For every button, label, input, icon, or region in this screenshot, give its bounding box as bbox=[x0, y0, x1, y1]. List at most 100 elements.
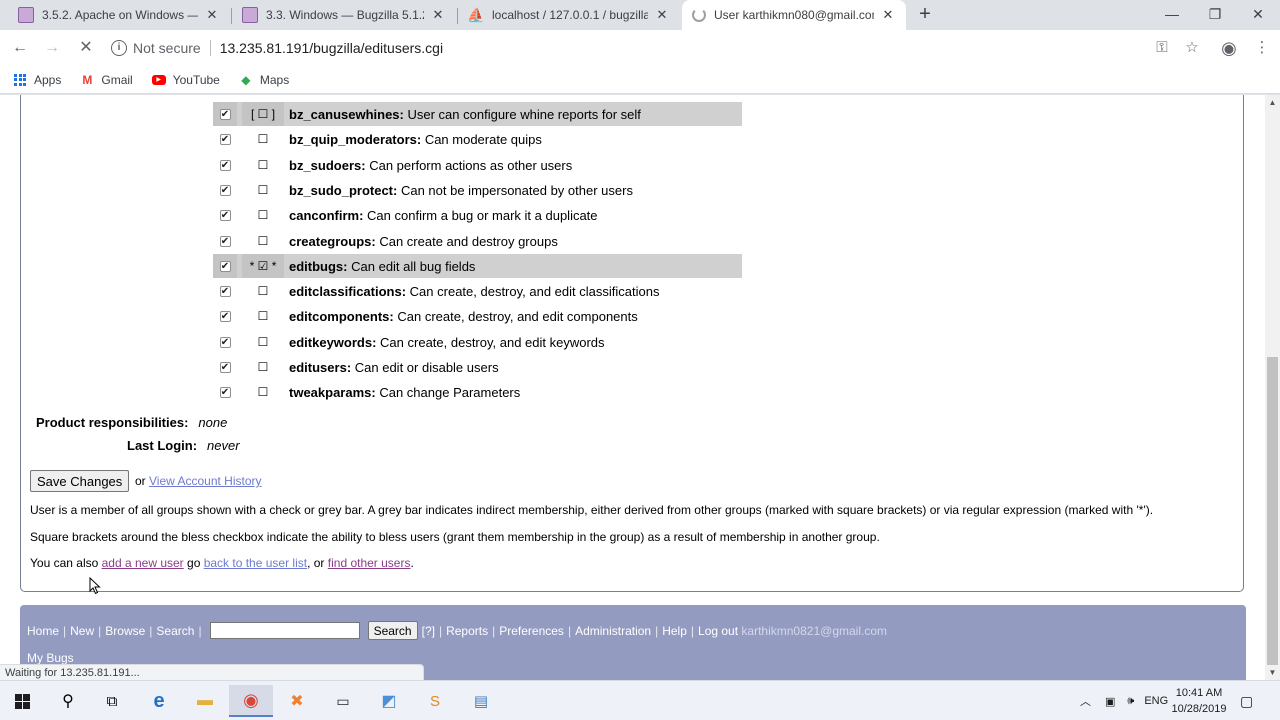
language-indicator[interactable]: ENG bbox=[1144, 695, 1168, 707]
group-description: User can configure whine reports for sel… bbox=[407, 106, 641, 122]
member-checkbox[interactable]: ✔ bbox=[219, 361, 231, 373]
network-icon[interactable]: ▣ bbox=[1105, 695, 1115, 708]
member-checkbox[interactable]: ✔ bbox=[219, 108, 231, 120]
footer-link-administration[interactable]: Administration bbox=[575, 624, 651, 638]
bless-checkbox-cell[interactable]: ☐ bbox=[242, 153, 284, 177]
member-checkbox[interactable]: ✔ bbox=[219, 184, 231, 196]
close-icon[interactable]: ✕ bbox=[204, 7, 220, 23]
scroll-down-arrow-icon[interactable]: ▼ bbox=[1265, 665, 1280, 680]
scroll-up-arrow-icon[interactable]: ▲ bbox=[1265, 95, 1280, 110]
view-account-history-link[interactable]: View Account History bbox=[149, 474, 262, 488]
close-icon[interactable]: ✕ bbox=[654, 7, 670, 23]
restore-button[interactable]: ❐ bbox=[1193, 0, 1237, 30]
star-icon[interactable]: ☆ bbox=[1182, 38, 1202, 58]
footer-link-help[interactable]: Help bbox=[662, 624, 687, 638]
bless-checkbox-cell[interactable]: ☐ bbox=[242, 330, 284, 354]
member-checkbox-cell: ✔ bbox=[213, 203, 237, 227]
member-checkbox[interactable]: ✔ bbox=[219, 209, 231, 221]
tab-windows-bugzilla[interactable]: 3.3. Windows — Bugzilla 5.1.2+ d ✕ bbox=[232, 0, 456, 30]
scroll-thumb[interactable] bbox=[1267, 357, 1278, 665]
group-row-creategroups: ✔ ☐ creategroups: Can create and destroy g… bbox=[213, 229, 742, 253]
file-explorer-icon[interactable]: ▬ bbox=[183, 685, 227, 717]
address-bar[interactable]: i Not secure 13.235.81.191/bugzilla/edit… bbox=[106, 34, 1206, 62]
bookmark-youtube[interactable]: ▶ YouTube bbox=[151, 73, 220, 87]
notifications-icon[interactable]: ▢ bbox=[1240, 681, 1253, 720]
group-name: tweakparams bbox=[289, 384, 372, 400]
history-line: or View Account History bbox=[135, 474, 262, 488]
profile-icon[interactable]: ◉ bbox=[1219, 38, 1239, 58]
bless-checkbox-cell[interactable]: ☐ bbox=[242, 229, 284, 253]
edge-icon[interactable]: e bbox=[137, 685, 181, 717]
save-changes-button[interactable]: Save Changes bbox=[30, 470, 130, 492]
quicksearch-input[interactable] bbox=[209, 622, 360, 639]
footer-link-browse[interactable]: Browse bbox=[105, 624, 145, 638]
divider: | bbox=[655, 623, 659, 638]
close-icon[interactable]: ✕ bbox=[430, 7, 446, 23]
key-icon[interactable]: ⚿ bbox=[1152, 38, 1172, 58]
group-label: editcomponents: Can create, destroy, and… bbox=[289, 309, 638, 324]
group-description: Can create, destroy, and edit classifica… bbox=[409, 283, 660, 299]
chrome-icon[interactable]: ◉ bbox=[229, 685, 273, 717]
menu-icon[interactable]: ⋮ bbox=[1252, 38, 1272, 58]
tab-title: User karthikmn080@gmail.com u bbox=[714, 8, 874, 22]
footer-link-home[interactable]: Home bbox=[27, 624, 59, 638]
task-view-icon[interactable]: ⧉ bbox=[90, 685, 134, 717]
member-checkbox[interactable]: ✔ bbox=[219, 260, 231, 272]
clock-date: 10/28/2019 bbox=[1171, 703, 1227, 715]
footer-link-search[interactable]: Search bbox=[156, 624, 194, 638]
bookmark-gmail[interactable]: M Gmail bbox=[79, 73, 132, 87]
new-tab-button[interactable]: + bbox=[915, 4, 935, 26]
footer-link-preferences[interactable]: Preferences bbox=[499, 624, 564, 638]
member-checkbox[interactable]: ✔ bbox=[219, 285, 231, 297]
bless-checkbox-cell[interactable]: ☐ bbox=[242, 355, 284, 379]
member-checkbox[interactable]: ✔ bbox=[219, 235, 231, 247]
app-icon[interactable]: ▤ bbox=[459, 685, 503, 717]
clock[interactable]: 10:41 AM 10/28/2019 bbox=[1170, 685, 1228, 717]
member-checkbox[interactable]: ✔ bbox=[219, 159, 231, 171]
search-icon[interactable]: ⚲ bbox=[46, 685, 90, 717]
url-text[interactable]: 13.235.81.191/bugzilla/editusers.cgi bbox=[220, 40, 443, 56]
my-bugs-link[interactable]: My Bugs bbox=[27, 651, 74, 665]
bless-checkbox-cell[interactable]: * ☑ * bbox=[242, 254, 284, 278]
quicksearch-button[interactable]: Search bbox=[367, 621, 418, 640]
back-to-user-list-link[interactable]: back to the user list bbox=[204, 556, 307, 570]
start-button[interactable] bbox=[0, 685, 44, 717]
bless-checkbox-cell[interactable]: ☐ bbox=[242, 203, 284, 227]
bless-checkbox-cell[interactable]: ☐ bbox=[242, 380, 284, 404]
close-icon[interactable]: ✕ bbox=[880, 7, 896, 23]
chevron-up-icon[interactable]: ︿ bbox=[1080, 693, 1091, 709]
add-new-user-link[interactable]: add a new user bbox=[102, 556, 184, 570]
info-icon[interactable]: i bbox=[111, 40, 127, 56]
bless-checkbox-cell[interactable]: ☐ bbox=[242, 127, 284, 151]
minimize-button[interactable]: — bbox=[1150, 0, 1194, 30]
bookmark-apps[interactable]: Apps bbox=[12, 73, 61, 87]
page-scrollbar[interactable]: ▲ ▼ bbox=[1265, 95, 1280, 680]
member-checkbox[interactable]: ✔ bbox=[219, 386, 231, 398]
terminal-icon[interactable]: ▭ bbox=[321, 685, 365, 717]
quicksearch-help-link[interactable]: [?] bbox=[422, 624, 435, 638]
footer-link-reports[interactable]: Reports bbox=[446, 624, 488, 638]
back-button[interactable]: ← bbox=[8, 36, 32, 60]
member-checkbox[interactable]: ✔ bbox=[219, 336, 231, 348]
bookmark-maps[interactable]: ◆ Maps bbox=[238, 73, 289, 87]
bless-checkbox-cell[interactable]: ☐ bbox=[242, 178, 284, 202]
member-checkbox[interactable]: ✔ bbox=[219, 133, 231, 145]
bless-checkbox-cell[interactable]: ☐ bbox=[242, 279, 284, 303]
xampp-icon[interactable]: ✖ bbox=[275, 685, 319, 717]
stop-button[interactable]: ✕ bbox=[74, 36, 98, 60]
separator: : bbox=[399, 106, 408, 122]
logout-link[interactable]: Log out bbox=[698, 624, 738, 638]
bless-checkbox-cell[interactable]: [ ☐ ] bbox=[242, 102, 284, 126]
close-window-button[interactable]: ✕ bbox=[1236, 0, 1280, 30]
sublime-icon[interactable]: S bbox=[413, 685, 457, 717]
tab-edit-user[interactable]: User karthikmn080@gmail.com u ✕ bbox=[682, 0, 906, 30]
footer-link-new[interactable]: New bbox=[70, 624, 94, 638]
tab-phpmyadmin[interactable]: ⛵ localhost / 127.0.0.1 / bugzilla | p ✕ bbox=[458, 0, 680, 30]
bless-checkbox-cell[interactable]: ☐ bbox=[242, 304, 284, 328]
find-other-users-link[interactable]: find other users bbox=[328, 556, 411, 570]
forward-button[interactable]: → bbox=[40, 36, 64, 60]
tab-apache-windows[interactable]: 3.5.2. Apache on Windows — Bu ✕ bbox=[8, 0, 230, 30]
member-checkbox[interactable]: ✔ bbox=[219, 310, 231, 322]
volume-icon[interactable]: 🕪 bbox=[1127, 695, 1134, 708]
notepad-icon[interactable]: ◩ bbox=[367, 685, 411, 717]
